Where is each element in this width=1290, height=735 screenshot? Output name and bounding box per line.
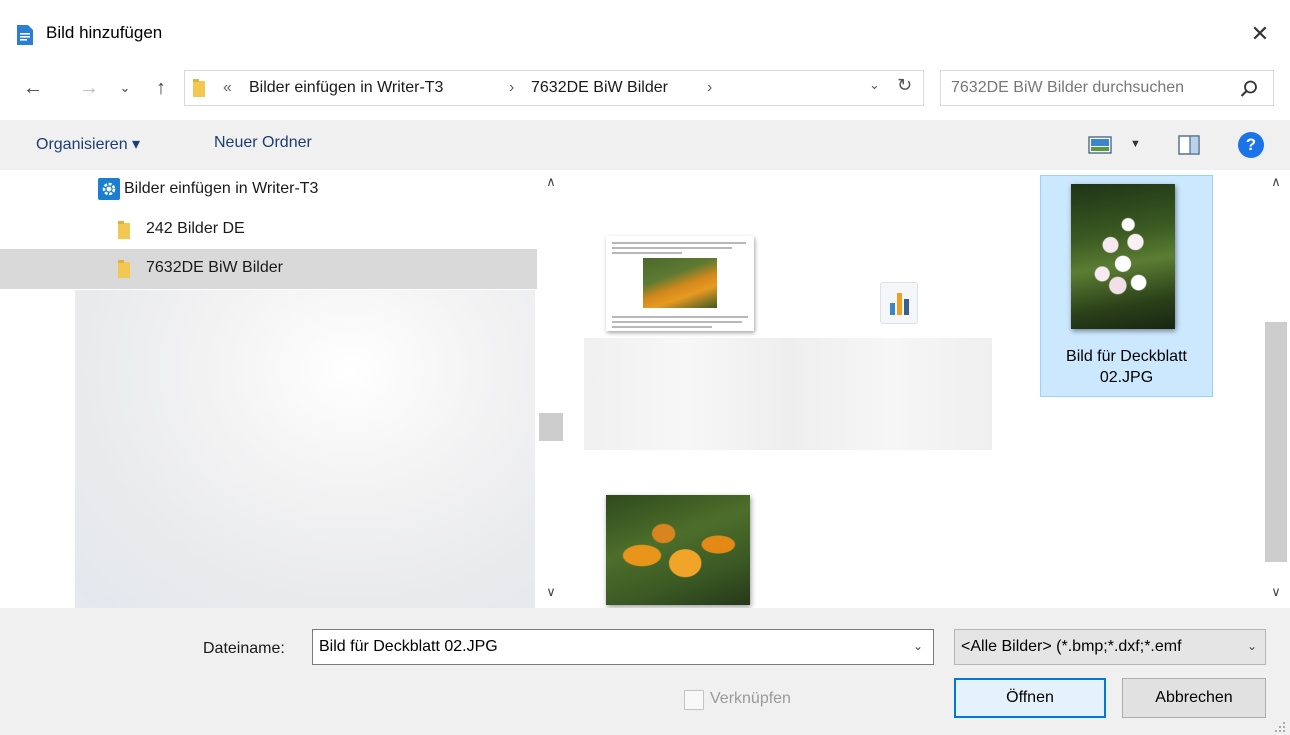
folder-icon	[118, 221, 130, 239]
chevron-down-icon[interactable]: ⌄	[913, 639, 923, 653]
scroll-thumb[interactable]	[539, 413, 563, 441]
blurred-region	[75, 290, 535, 608]
organize-button[interactable]: Organisieren ▾	[36, 134, 140, 154]
sidebar-item-7632de-biw-bilder[interactable]: 7632DE BiW Bilder	[0, 249, 537, 289]
search-placeholder: 7632DE BiW Bilder durchsuchen	[951, 79, 1185, 96]
doc-text-line	[612, 252, 682, 254]
doc-text-line	[612, 316, 748, 318]
doc-text-line	[612, 242, 746, 244]
file-item-selected[interactable]: Bild für Deckblatt 02.JPG	[1040, 175, 1213, 397]
new-folder-button[interactable]: Neuer Ordner	[214, 134, 312, 152]
gear-box-icon	[98, 178, 120, 200]
sidebar-item-242-bilder-de[interactable]: 242 Bilder DE	[0, 210, 537, 250]
filename-label: Dateiname:	[203, 640, 285, 657]
scroll-up-arrow[interactable]: ∧	[537, 174, 565, 194]
scroll-thumb[interactable]	[1265, 322, 1287, 562]
scroll-down-arrow[interactable]: ∨	[537, 584, 565, 604]
filetype-value: <Alle Bilder> (*.bmp;*.dxf;*.emf	[961, 638, 1182, 655]
command-bar: Organisieren ▾ Neuer Ordner ▼ ?	[0, 120, 1290, 170]
doc-text-line	[612, 321, 742, 323]
window-title: Bild hinzufügen	[46, 23, 163, 42]
back-button[interactable]: ←	[18, 72, 48, 104]
refresh-icon[interactable]: ↻	[897, 75, 912, 96]
cancel-button[interactable]: Abbrechen	[1122, 678, 1266, 718]
title-bar: Bild hinzufügen ✕	[0, 0, 1290, 70]
file-item-chart-icon[interactable]	[880, 282, 918, 324]
folder-icon	[118, 260, 130, 278]
scroll-down-arrow[interactable]: ∨	[1262, 584, 1290, 604]
overflow-chevrons[interactable]: «	[223, 79, 232, 97]
file-item-document-thumbnail[interactable]	[606, 236, 754, 331]
up-button[interactable]: ↑	[146, 72, 176, 104]
view-options-icon[interactable]	[1088, 136, 1112, 154]
breadcrumb-segment[interactable]: 7632DE BiW Bilder	[531, 79, 668, 97]
view-dropdown-button[interactable]: ▼	[1130, 138, 1141, 150]
doc-text-line	[612, 247, 732, 249]
filename-value: Bild für Deckblatt 02.JPG	[319, 638, 498, 655]
search-input[interactable]: 7632DE BiW Bilder durchsuchen	[940, 70, 1274, 106]
file-item-label: Bild für Deckblatt 02.JPG	[1066, 348, 1187, 386]
recent-locations-button[interactable]: ⌄	[114, 72, 136, 104]
doc-text-line	[612, 326, 712, 328]
close-button[interactable]: ✕	[1240, 14, 1280, 54]
sidebar-scrollbar[interactable]: ∧ ∨	[537, 170, 565, 608]
filename-field[interactable]: Bild für Deckblatt 02.JPG ⌄	[312, 629, 934, 665]
breadcrumb-separator[interactable]: ›	[707, 79, 712, 97]
resize-grip-icon[interactable]	[1272, 720, 1286, 732]
preview-pane-icon[interactable]	[1178, 135, 1200, 155]
file-list-scrollbar[interactable]: ∧ ∨	[1262, 170, 1290, 608]
filetype-select[interactable]: <Alle Bilder> (*.bmp;*.dxf;*.emf ⌄	[954, 629, 1266, 665]
writer-doc-icon	[17, 25, 33, 45]
breadcrumb-separator[interactable]: ›	[509, 79, 514, 97]
bar-chart-icon	[890, 293, 909, 315]
file-item-orange-flower-photo[interactable]	[606, 495, 750, 605]
blurred-region	[584, 338, 992, 450]
scroll-up-arrow[interactable]: ∧	[1262, 174, 1290, 194]
help-icon[interactable]: ?	[1238, 132, 1264, 158]
sidebar-item-label: Bilder einfügen in Writer-T3	[124, 180, 319, 197]
blossom-photo-thumbnail	[1071, 184, 1175, 329]
link-checkbox-label: Verknüpfen	[710, 690, 791, 707]
forward-button[interactable]: →	[74, 72, 104, 104]
file-list-pane: Bild für Deckblatt 02.JPG ∧ ∨	[566, 170, 1290, 608]
search-icon[interactable]	[1239, 79, 1259, 99]
open-button[interactable]: Öffnen	[954, 678, 1106, 718]
link-checkbox[interactable]	[684, 690, 704, 710]
dialog-footer: Dateiname: Bild für Deckblatt 02.JPG ⌄ <…	[0, 608, 1290, 735]
folder-icon	[193, 79, 205, 97]
breadcrumb-segment[interactable]: Bilder einfügen in Writer-T3	[249, 79, 443, 97]
doc-embedded-photo	[643, 258, 717, 308]
sidebar-item-label: 7632DE BiW Bilder	[146, 259, 283, 276]
address-dropdown-button[interactable]: ⌄	[869, 77, 880, 93]
sidebar-item-bilder-einfuegen[interactable]: Bilder einfügen in Writer-T3	[0, 170, 537, 210]
chevron-down-icon[interactable]: ⌄	[1247, 639, 1257, 653]
sidebar-item-label: 242 Bilder DE	[146, 220, 245, 237]
address-bar[interactable]: « Bilder einfügen in Writer-T3 › 7632DE …	[184, 70, 924, 106]
navigation-pane: Bilder einfügen in Writer-T3 242 Bilder …	[0, 170, 565, 608]
